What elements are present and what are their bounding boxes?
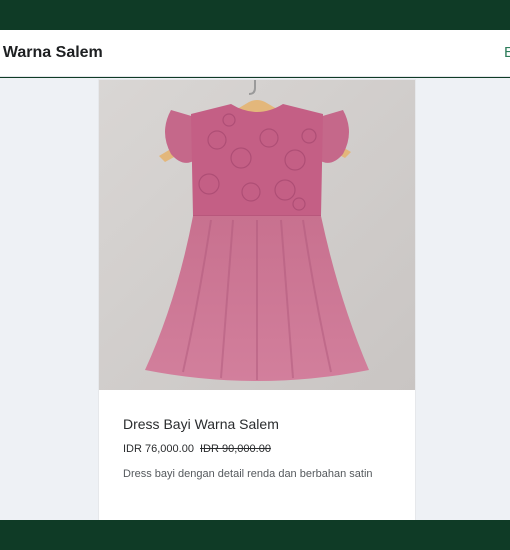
top-band [0, 0, 510, 30]
price-row: IDR 76,000.00 IDR 90,000.00 [123, 443, 271, 455]
product-description: Dress bayi dengan detail renda dan berba… [123, 468, 373, 480]
pink-baby-dress-photo [99, 80, 415, 390]
product-price: IDR 76,000.00 [123, 443, 194, 455]
header-link[interactable]: E [504, 44, 510, 61]
product-card-body: Dress Bayi Warna Salem IDR 76,000.00 IDR… [99, 390, 415, 520]
product-card[interactable]: Dress Bayi Warna Salem IDR 76,000.00 IDR… [99, 80, 415, 520]
page-title: i Warna Salem [0, 44, 103, 61]
product-image[interactable] [99, 80, 415, 390]
page-header: i Warna Salem E [0, 30, 510, 77]
product-original-price: IDR 90,000.00 [200, 443, 271, 455]
bottom-band [0, 520, 510, 550]
product-title[interactable]: Dress Bayi Warna Salem [123, 416, 279, 432]
content-area: Dress Bayi Warna Salem IDR 76,000.00 IDR… [0, 78, 510, 520]
